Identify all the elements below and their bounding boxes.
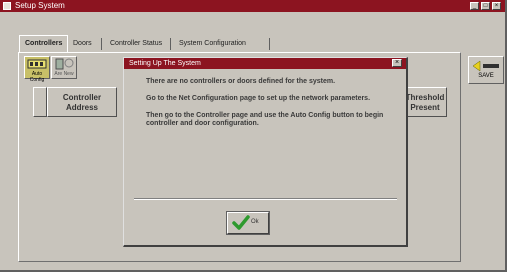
- dialog-close-button[interactable]: ×: [392, 59, 402, 67]
- dialog-divider: [134, 198, 397, 200]
- dialog-paragraph: Go to the Net Configuration page to set …: [146, 95, 371, 102]
- grid-corner: [33, 87, 47, 117]
- dialog-title-bar[interactable]: Setting Up The System ×: [124, 58, 406, 69]
- dialog-message: There are no controllers or doors define…: [146, 78, 386, 137]
- auto-config-label: Auto Config: [29, 71, 45, 83]
- minimize-button[interactable]: _: [470, 2, 479, 10]
- setup-system-window: Setup System _ □ × Controllers Doors Con…: [0, 0, 507, 272]
- tab-system-configuration[interactable]: System Configuration: [174, 36, 251, 51]
- close-button[interactable]: ×: [492, 2, 501, 10]
- new-label: Are New: [54, 71, 74, 77]
- tab-separator: [101, 38, 102, 50]
- save-label: SAVE: [478, 73, 494, 79]
- tab-separator: [269, 38, 270, 50]
- tab-separator: [170, 38, 171, 50]
- controller-icon: [27, 59, 47, 69]
- tab-controller-status[interactable]: Controller Status: [105, 36, 167, 51]
- dialog-paragraph: Then go to the Controller page and use t…: [146, 112, 384, 127]
- new-button[interactable]: Are New: [51, 56, 77, 79]
- tab-doors[interactable]: Doors: [68, 36, 97, 51]
- window-title: Setup System: [15, 1, 65, 10]
- ok-label: Ok: [251, 219, 259, 225]
- app-icon: [3, 2, 11, 10]
- checkmark-icon: [232, 215, 250, 230]
- door-icon: [55, 58, 74, 70]
- dialog-paragraph: There are no controllers or doors define…: [146, 78, 336, 85]
- window-title-bar[interactable]: Setup System _ □ ×: [0, 0, 505, 12]
- save-button[interactable]: SAVE: [468, 56, 504, 84]
- auto-config-button[interactable]: Auto Config: [24, 56, 50, 83]
- save-arrow-icon: [472, 60, 499, 72]
- maximize-button[interactable]: □: [481, 2, 490, 10]
- tab-controllers[interactable]: Controllers: [19, 35, 69, 53]
- ok-button[interactable]: Ok: [226, 211, 270, 235]
- column-header-threshold-present[interactable]: Threshold Present: [403, 87, 447, 117]
- dialog-title: Setting Up The System: [129, 60, 201, 67]
- column-header-controller-address[interactable]: Controller Address: [47, 87, 117, 117]
- setup-dialog: Setting Up The System × There are no con…: [123, 57, 408, 247]
